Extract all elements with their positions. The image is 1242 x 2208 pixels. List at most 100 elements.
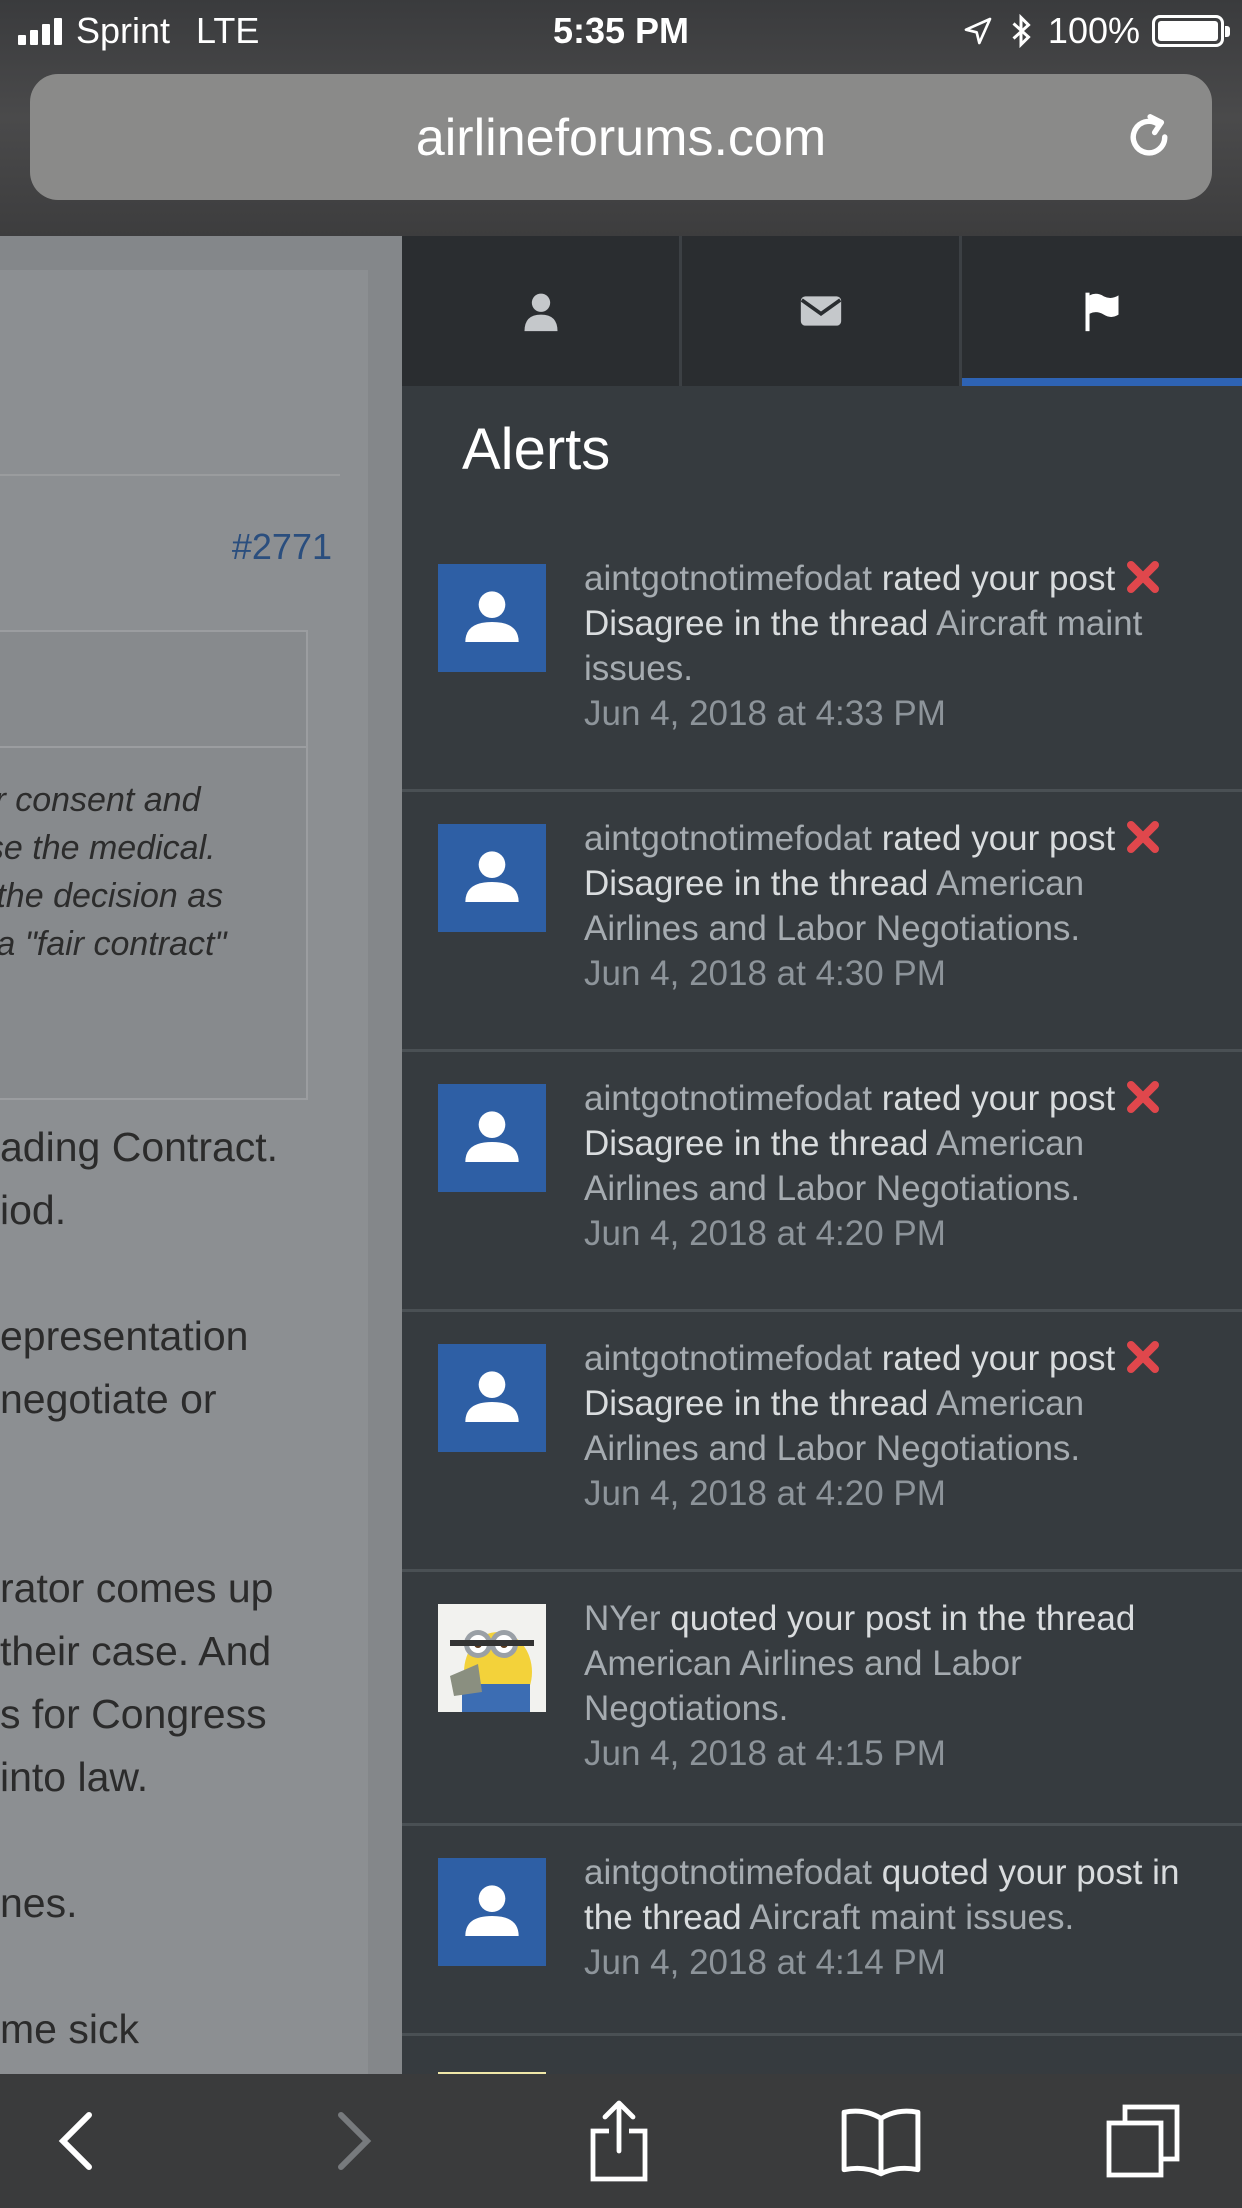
- alert-action: rated your post: [881, 1079, 1116, 1118]
- alert-date: Jun 4, 2018 at 4:20 PM: [584, 1214, 946, 1253]
- user-icon: [524, 293, 557, 332]
- alert-date: Jun 4, 2018 at 4:15 PM: [584, 1734, 946, 1773]
- alert-mid-text: in the thread: [733, 1384, 929, 1423]
- quote-block: eir consent and ose the medical. n the dec…: [0, 630, 308, 1100]
- alert-text: aintgotnotimefodat rated your post Disagr…: [584, 556, 1204, 736]
- tab-account[interactable]: [402, 236, 682, 386]
- forward-button[interactable]: [310, 2098, 396, 2184]
- tab-alerts[interactable]: [962, 236, 1242, 386]
- alert-mid-text: in the thread: [733, 864, 929, 903]
- background-forum-page: #2771 eir consent and ose the medical. n t…: [0, 236, 402, 2074]
- tabs-button[interactable]: [1100, 2098, 1186, 2184]
- alert-thread-link[interactable]: American Airlines and Labor Negotiations…: [584, 1644, 1022, 1728]
- post-body: ading Contract. iod. epresentation negotiat…: [0, 1116, 278, 2061]
- alert-item[interactable]: aintgotnotimefodat rated your post Disagr…: [402, 1052, 1242, 1312]
- alert-text: aintgotnotimefodat quoted your post in t…: [584, 1850, 1204, 1985]
- envelope-icon: [800, 296, 841, 326]
- alert-username[interactable]: aintgotnotimefodat: [584, 1339, 872, 1378]
- body-line: into law.: [0, 1754, 149, 1800]
- avatar[interactable]: [438, 1858, 546, 1966]
- alert-action: quoted your post in the thread: [670, 1599, 1136, 1638]
- disagree-x-icon: [1127, 820, 1160, 853]
- alert-date: Jun 4, 2018 at 4:33 PM: [584, 694, 946, 733]
- tab-inbox[interactable]: [682, 236, 962, 386]
- alerts-panel: Alerts aintgotnotimefodat rated your pos…: [402, 236, 1242, 2074]
- browser-chrome: Sprint LTE 5:35 PM 100% airlineforums.co…: [0, 0, 1242, 236]
- alert-item[interactable]: aintgotnotimefodat rated your post Disagr…: [402, 792, 1242, 1052]
- alert-rating: Disagree: [584, 864, 725, 903]
- default-avatar-icon: [465, 1111, 519, 1162]
- alert-rating: Disagree: [584, 1124, 725, 1163]
- alerts-list: aintgotnotimefodat rated your post Disagr…: [402, 532, 1242, 2074]
- body-line: [0, 1809, 278, 1872]
- battery-icon: [1152, 15, 1230, 47]
- disagree-x-icon: [1127, 1340, 1160, 1373]
- address-bar[interactable]: airlineforums.com: [30, 74, 1212, 200]
- alert-rating: Disagree: [584, 1384, 725, 1423]
- body-line: s for Congress: [0, 1691, 267, 1737]
- avatar[interactable]: [438, 1604, 546, 1712]
- quote-line: eir consent and: [0, 781, 201, 819]
- alert-mid-text: in the thread: [733, 604, 929, 643]
- default-avatar-icon: [465, 1885, 519, 1936]
- alert-item[interactable]: aintgotnotimefodat rated your post Disagr…: [402, 532, 1242, 792]
- tabs-icon: [1106, 2104, 1180, 2178]
- alert-text: aintgotnotimefodat rated your post Disagr…: [584, 816, 1204, 996]
- alert-text: NYer quoted your post in the thread Amer…: [584, 1596, 1204, 1776]
- alert-action: rated your post: [881, 819, 1116, 858]
- share-button[interactable]: [576, 2098, 662, 2184]
- alert-thread-link[interactable]: Aircraft maint issues.: [749, 1898, 1074, 1937]
- post-number: #2771: [231, 526, 332, 567]
- default-avatar-icon: [465, 1371, 519, 1422]
- battery-percent: 100%: [1047, 10, 1140, 51]
- alert-date: Jun 4, 2018 at 4:30 PM: [584, 954, 946, 993]
- body-line: [0, 1242, 278, 1305]
- alert-text: aintgotnotimefodat rated your post Disagr…: [584, 1336, 1204, 1516]
- avatar[interactable]: [438, 564, 546, 672]
- body-line: iod.: [0, 1187, 67, 1233]
- back-arrow-icon: [58, 2112, 92, 2170]
- alert-item[interactable]: NYer quoted your post in the thread Amer…: [402, 1572, 1242, 1826]
- share-icon: [590, 2100, 648, 2182]
- body-line: me sick: [0, 2006, 139, 2052]
- avatar[interactable]: [438, 824, 546, 932]
- flag-icon: [1085, 292, 1119, 332]
- forward-arrow-icon: [338, 2112, 372, 2170]
- url-text[interactable]: airlineforums.com: [30, 108, 1212, 168]
- status-bar: Sprint LTE 5:35 PM 100%: [0, 0, 1242, 62]
- body-line: rator comes up: [0, 1565, 274, 1611]
- bluetooth-icon: [1012, 13, 1031, 49]
- bookmarks-button[interactable]: [838, 2098, 924, 2184]
- alert-username[interactable]: NYer: [584, 1599, 661, 1638]
- quote-line: ose the medical.: [0, 829, 216, 867]
- alert-date: Jun 4, 2018 at 4:20 PM: [584, 1474, 946, 1513]
- body-line: nes.: [0, 1880, 78, 1926]
- alert-username[interactable]: aintgotnotimefodat: [584, 1079, 872, 1118]
- alert-text: aintgotnotimefodat rated your post Disagr…: [584, 1076, 1204, 1256]
- panel-tabs: [402, 236, 1242, 386]
- alert-action: rated your post: [881, 1339, 1116, 1378]
- minion-avatar-icon: [438, 1604, 546, 1712]
- avatar[interactable]: [438, 1084, 546, 1192]
- alert-username[interactable]: aintgotnotimefodat: [584, 819, 872, 858]
- body-line: their case. And: [0, 1628, 272, 1674]
- alert-item[interactable]: aintgotnotimefodat rated your post Disagr…: [402, 1312, 1242, 1572]
- body-line: [0, 1935, 278, 1998]
- location-arrow-icon: [964, 17, 992, 45]
- alert-item[interactable]: aintgotnotimefodat quoted your post in t…: [402, 1826, 1242, 2036]
- body-line: ading Contract.: [0, 1124, 279, 1170]
- alert-username[interactable]: aintgotnotimefodat: [584, 1853, 872, 1892]
- body-line: [0, 1431, 278, 1494]
- disagree-x-icon: [1127, 1080, 1160, 1113]
- body-line: epresentation: [0, 1313, 249, 1359]
- book-icon: [841, 2108, 921, 2177]
- avatar[interactable]: [438, 1344, 546, 1452]
- reload-icon[interactable]: [1122, 110, 1176, 164]
- default-avatar-icon: [465, 591, 519, 642]
- quote-line: n the decision as: [0, 877, 224, 915]
- alert-date: Jun 4, 2018 at 4:14 PM: [584, 1943, 946, 1982]
- alert-item-partial[interactable]: [402, 2036, 1242, 2074]
- divider: [0, 474, 340, 476]
- alert-username[interactable]: aintgotnotimefodat: [584, 559, 872, 598]
- back-button[interactable]: [34, 2098, 120, 2184]
